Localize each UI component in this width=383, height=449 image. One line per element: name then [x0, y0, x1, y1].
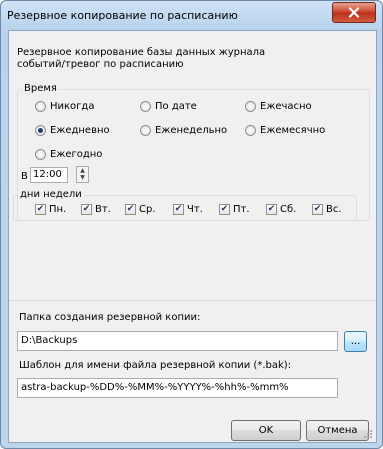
checkbox-label: Пт. — [233, 204, 250, 215]
radio-hourly[interactable]: Ежечасно — [245, 101, 312, 112]
time-label: В — [21, 171, 28, 182]
weekdays-label: дни недели — [18, 189, 84, 200]
checkbox-label: Вт. — [95, 204, 111, 215]
description-line-2: событий/тревог по расписанию — [17, 59, 184, 70]
spin-down-icon[interactable]: ▼ — [77, 174, 88, 181]
checkmark-icon: ✔ — [173, 204, 184, 215]
radio-yearly[interactable]: Ежегодно — [35, 149, 102, 160]
radio-circle — [35, 125, 46, 136]
time-group-label: Время — [22, 83, 59, 94]
browse-button[interactable]: ... — [344, 331, 367, 352]
checkmark-icon: ✔ — [219, 204, 230, 215]
dialog-body: Резервное копирование базы данных журнал… — [8, 30, 377, 443]
radio-label: Никогда — [50, 101, 95, 112]
description-line-1: Резервное копирование базы данных журнал… — [17, 47, 266, 58]
checkbox-wed[interactable]: ✔ Ср. — [125, 204, 156, 215]
filename-template-label: Шаблон для имени файла резервной копии (… — [19, 360, 292, 371]
radio-circle — [35, 149, 46, 160]
time-spinner[interactable]: ▲ ▼ — [76, 166, 89, 183]
checkbox-tue[interactable]: ✔ Вт. — [81, 204, 111, 215]
radio-circle — [140, 101, 151, 112]
description: Резервное копирование базы данных журнал… — [17, 47, 265, 71]
backup-folder-input[interactable]: D:\Backups — [17, 331, 338, 351]
radio-circle — [245, 101, 256, 112]
checkbox-label: Сб. — [280, 204, 297, 215]
resize-grip-icon[interactable] — [363, 429, 373, 439]
cancel-button[interactable]: Отмена — [306, 420, 369, 441]
backup-folder-label: Папка создания резервной копии: — [19, 312, 201, 323]
radio-label: По дате — [155, 101, 197, 112]
checkbox-sat[interactable]: ✔ Сб. — [266, 204, 296, 215]
divider — [9, 300, 376, 301]
weekdays-group: дни недели ✔ Пн. ✔ Вт. ✔ Ср. ✔ Чт. ✔ Пт. — [13, 189, 357, 221]
time-input[interactable]: 12:00 — [30, 167, 68, 183]
checkbox-mon[interactable]: ✔ Пн. — [35, 204, 66, 215]
radio-label: Ежечасно — [260, 101, 312, 112]
radio-circle — [35, 101, 46, 112]
radio-weekly[interactable]: Еженедельно — [140, 125, 227, 136]
checkmark-icon: ✔ — [312, 204, 323, 215]
checkbox-label: Вс. — [326, 204, 342, 215]
ok-button[interactable]: OK — [231, 420, 301, 441]
radio-label: Еженедельно — [155, 125, 228, 136]
radio-never[interactable]: Никогда — [35, 101, 94, 112]
title-bar[interactable]: Резервное копирование по расписанию — [1, 1, 382, 29]
close-icon — [348, 7, 360, 18]
radio-circle — [140, 125, 151, 136]
checkbox-thu[interactable]: ✔ Чт. — [173, 204, 203, 215]
radio-label: Ежедневно — [50, 125, 110, 136]
checkbox-label: Ср. — [139, 204, 156, 215]
checkbox-fri[interactable]: ✔ Пт. — [219, 204, 250, 215]
checkmark-icon: ✔ — [266, 204, 277, 215]
filename-template-input[interactable]: astra-backup-%DD%-%MM%-%YYYY%-%hh%-%mm% — [17, 378, 338, 398]
radio-circle — [245, 125, 256, 136]
radio-selected-dot — [38, 128, 43, 133]
checkmark-icon: ✔ — [81, 204, 92, 215]
radio-by-date[interactable]: По дате — [140, 101, 197, 112]
checkbox-sun[interactable]: ✔ Вс. — [312, 204, 342, 215]
checkmark-icon: ✔ — [125, 204, 136, 215]
checkbox-label: Чт. — [187, 204, 203, 215]
radio-daily[interactable]: Ежедневно — [35, 125, 110, 136]
radio-label: Ежемесячно — [260, 125, 326, 136]
radio-monthly[interactable]: Ежемесячно — [245, 125, 325, 136]
radio-label: Ежегодно — [50, 149, 103, 160]
spin-up-icon[interactable]: ▲ — [77, 167, 88, 174]
checkmark-icon: ✔ — [35, 204, 46, 215]
close-button[interactable] — [332, 2, 376, 23]
dialog-window: Резервное копирование по расписанию Резе… — [0, 0, 383, 449]
window-title: Резервное копирование по расписанию — [7, 9, 238, 22]
checkbox-label: Пн. — [49, 204, 67, 215]
